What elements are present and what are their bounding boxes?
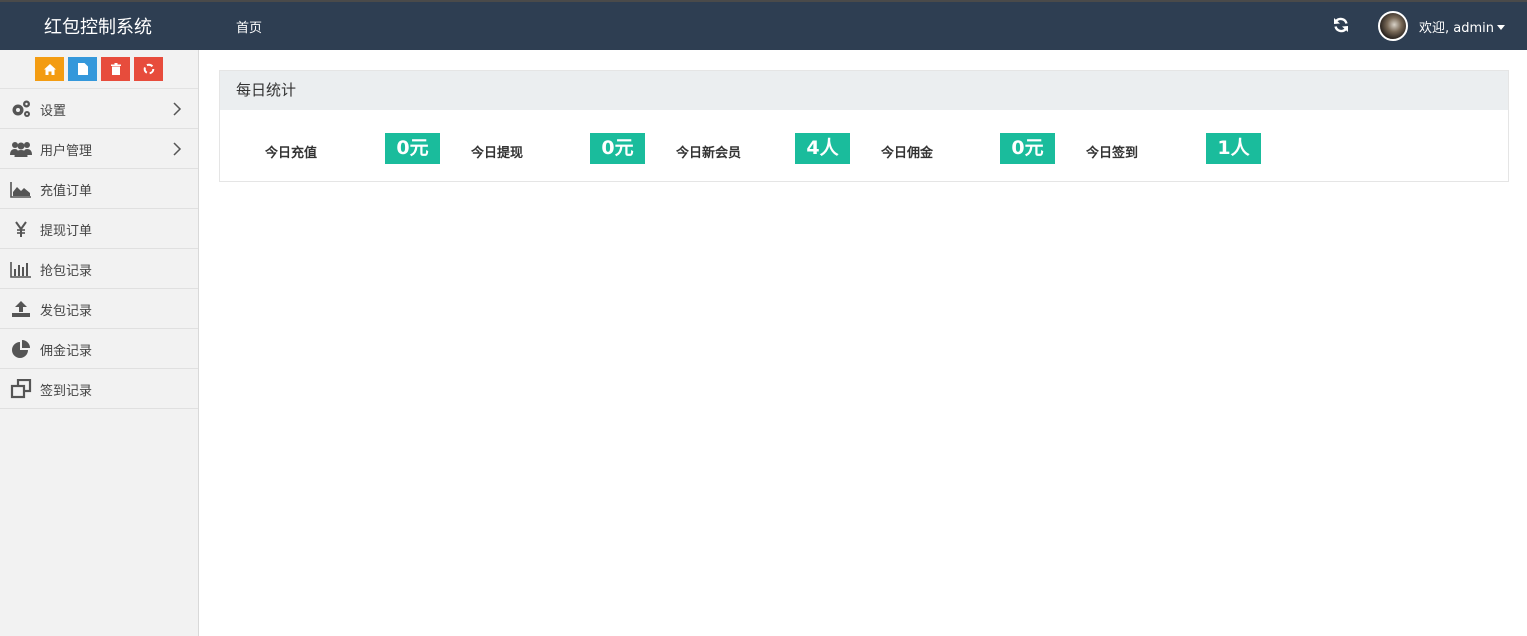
yen-icon (15, 221, 27, 237)
stat-value-checkin: 1人 (1206, 133, 1261, 164)
gears-icon (12, 100, 30, 117)
stat-value-commission: 0元 (1000, 133, 1055, 164)
stat-label-recharge: 今日充值 (265, 146, 318, 161)
stat-label-commission: 今日佣金 (881, 146, 934, 161)
panel-title: 每日统计 (220, 71, 1508, 110)
sidebar-item-label: 充值订单 (40, 184, 93, 199)
user-menu[interactable]: 欢迎, admin (1419, 17, 1505, 36)
stat-label-new-members: 今日新会员 (676, 146, 742, 161)
pie-chart-icon (12, 340, 30, 358)
trash-shortcut-button[interactable] (101, 57, 130, 81)
user-greeting: 欢迎, admin (1419, 21, 1494, 36)
upload-icon (12, 301, 30, 317)
recycle-icon (143, 63, 154, 75)
file-shortcut-button[interactable] (68, 57, 97, 81)
chevron-right-icon (173, 142, 182, 156)
sidebar-item-label: 设置 (40, 104, 67, 119)
trash-icon (110, 63, 121, 75)
stat-label-checkin: 今日签到 (1086, 146, 1139, 161)
sidebar-item-checkin-records[interactable]: 签到记录 (0, 369, 198, 409)
stat-value-recharge: 0元 (385, 133, 440, 164)
caret-down-icon (1497, 25, 1505, 30)
stat-value-withdraw: 0元 (590, 133, 645, 164)
stat-value-new-members: 4人 (795, 133, 850, 164)
sidebar-item-recharge-orders[interactable]: 充值订单 (0, 169, 198, 209)
area-chart-icon (10, 182, 31, 198)
sidebar-item-label: 佣金记录 (40, 344, 93, 359)
nav-home-link[interactable]: 首页 (236, 17, 262, 36)
sidebar-item-settings[interactable]: 设置 (0, 89, 198, 129)
sidebar-item-label: 发包记录 (40, 304, 93, 319)
clone-icon (10, 379, 32, 399)
sidebar-item-user-management[interactable]: 用户管理 (0, 129, 198, 169)
recycle-shortcut-button[interactable] (134, 57, 163, 81)
users-icon (10, 142, 32, 157)
home-icon (43, 63, 56, 75)
sidebar-item-commission-records[interactable]: 佣金记录 (0, 329, 198, 369)
brand-title[interactable]: 红包控制系统 (44, 13, 152, 39)
sidebar-shortcuts (0, 50, 198, 89)
refresh-icon[interactable] (1332, 16, 1350, 34)
sidebar-item-label: 抢包记录 (40, 264, 93, 279)
sidebar-item-withdraw-orders[interactable]: 提现订单 (0, 209, 198, 249)
sidebar-item-label: 用户管理 (40, 144, 93, 159)
home-shortcut-button[interactable] (35, 57, 64, 81)
sidebar: 设置 用户管理 充值订单 提现订单 抢包记录 发包记录 佣金记录 签到记录 (0, 50, 199, 636)
top-navbar: 红包控制系统 首页 欢迎, admin (0, 0, 1527, 50)
sidebar-item-grab-records[interactable]: 抢包记录 (0, 249, 198, 289)
stat-label-withdraw: 今日提现 (471, 146, 524, 161)
sidebar-item-label: 提现订单 (40, 224, 93, 239)
file-icon (77, 63, 88, 75)
sidebar-item-label: 签到记录 (40, 384, 93, 399)
bar-chart-icon (10, 262, 31, 278)
avatar[interactable] (1378, 11, 1408, 41)
daily-stats-panel: 每日统计 今日充值 0元 今日提现 0元 今日新会员 4人 今日佣金 0元 今日… (219, 70, 1509, 182)
chevron-right-icon (173, 102, 182, 116)
sidebar-item-send-records[interactable]: 发包记录 (0, 289, 198, 329)
